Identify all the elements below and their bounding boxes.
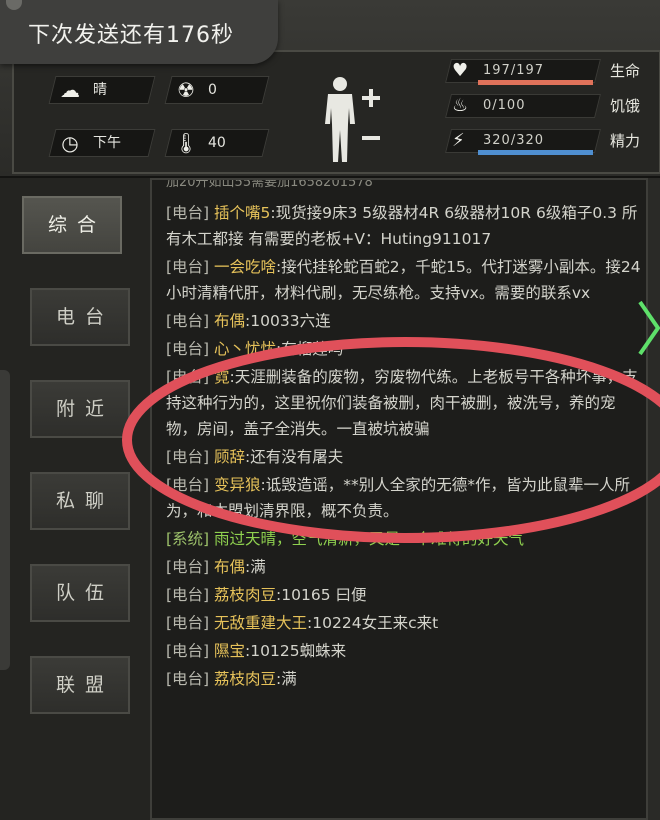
energy-value: 320/320 xyxy=(483,133,545,148)
heart-pulse-icon: ♥ xyxy=(452,60,469,81)
tab-team[interactable]: 队伍 xyxy=(30,564,130,622)
message-channel: [电台] xyxy=(166,586,215,604)
temperature-value: 40 xyxy=(208,135,226,151)
chat-message: [电台] 一会吃啥:接代挂轮蛇百蛇2，千蛇15。代打迷雾小副本。接24小时清精代… xyxy=(166,254,642,306)
message-channel: [系统] xyxy=(166,530,215,548)
message-channel: [电台] xyxy=(166,340,215,358)
message-sender[interactable]: 布偶 xyxy=(214,558,245,576)
time-label: 下午 xyxy=(93,135,121,151)
message-channel: [电台] xyxy=(166,670,215,688)
message-channel: [电台] xyxy=(166,448,215,466)
message-text: :满 xyxy=(276,670,297,688)
clock-icon: ◷ xyxy=(61,131,79,155)
message-channel: [电台] xyxy=(166,614,215,632)
message-sender[interactable]: 荔枝肉豆 xyxy=(214,670,276,688)
message-text: :满 xyxy=(245,558,266,576)
message-sender[interactable]: 插个嘴5 xyxy=(214,204,270,222)
health-value: 197/197 xyxy=(483,63,545,78)
chat-message: [电台] 变异狼:诋毁造谣，**别人全家的无德*作，皆为此鼠辈一人所为，和本盟划… xyxy=(166,472,642,524)
weather-label: 晴 xyxy=(93,82,107,98)
hunger-label: 饥饿 xyxy=(610,97,641,115)
tab-nearby[interactable]: 附近 xyxy=(30,380,130,438)
cloud-icon: ☁ xyxy=(60,78,80,102)
message-sender[interactable]: 一会吃啥 xyxy=(214,258,276,276)
thermometer-icon: 🌡 xyxy=(173,131,199,155)
chat-message: [电台] 插个嘴5:现货接9床3 5级器材4R 6级器材10R 6级箱子0.3 … xyxy=(166,200,642,252)
toast-text: 下次发送还有176秒 xyxy=(28,23,234,48)
message-channel: [电台] xyxy=(166,312,215,330)
message-text: :还有没有屠夫 xyxy=(245,448,344,466)
chat-message: [电台] 隰宝:10125蜘蛛来 xyxy=(166,638,642,664)
chat-log[interactable]: 加20升如山55需要加1658201578 [电台] 插个嘴5:现货接9床3 5… xyxy=(150,178,648,820)
chat-message: [电台] 霓:天涯删装备的废物，穷废物代练。上老板号干各种坏事，支持这种行为的，… xyxy=(166,364,642,442)
chat-message: [电台] 布偶:10033六连 xyxy=(166,308,642,334)
radiation-value: 0 xyxy=(208,82,217,98)
message-channel: [电台] xyxy=(166,204,215,222)
chat-message: [电台] 布偶:满 xyxy=(166,554,642,580)
message-channel: [电台] xyxy=(166,368,215,386)
energy-bar-fill xyxy=(478,150,593,155)
tab-radio[interactable]: 电台 xyxy=(30,288,130,346)
edge-handle xyxy=(0,370,10,670)
message-sender[interactable]: 荔枝肉豆 xyxy=(214,586,276,604)
message-text: 雨过天晴，空气清新，又是一个难得的好天气 xyxy=(214,530,525,548)
chat-message: [电台] 荔枝肉豆:10165 曰便 xyxy=(166,582,642,608)
chat-message: [电台] 顾辞:还有没有屠夫 xyxy=(166,444,642,470)
radiation-icon: ☢ xyxy=(177,78,195,102)
message-sender[interactable]: 隰宝 xyxy=(214,642,245,660)
message-text: :10224女王来c来t xyxy=(307,614,439,632)
message-sender[interactable]: 布偶 xyxy=(214,312,245,330)
body-status-icon[interactable] xyxy=(318,74,388,166)
energy-icon: ⚡ xyxy=(452,130,465,151)
message-text: :有榴莲吗 xyxy=(276,340,344,358)
clipped-message: 加20升如山55需要加1658201578 xyxy=(166,178,373,190)
system-message: [系统] 雨过天晴，空气清新，又是一个难得的好天气 xyxy=(166,526,642,552)
stomach-icon: ♨ xyxy=(452,95,469,116)
tab-private[interactable]: 私聊 xyxy=(30,472,130,530)
tab-alliance[interactable]: 联盟 xyxy=(30,656,130,714)
chat-message: [电台] 荔枝肉豆:满 xyxy=(166,666,642,692)
message-text: :天涯删装备的废物，穷废物代练。上老板号干各种坏事，支持这种行为的，这里祝你们装… xyxy=(166,368,638,438)
message-channel: [电台] xyxy=(166,258,215,276)
message-channel: [电台] xyxy=(166,558,215,576)
hunger-value: 0/100 xyxy=(483,98,526,113)
message-sender[interactable]: 变异狼 xyxy=(214,476,261,494)
chat-message: [电台] 无敌重建大王:10224女王来c来t xyxy=(166,610,642,636)
channel-sidebar: 综合 电台 附近 私聊 队伍 联盟 xyxy=(0,178,150,820)
message-sender[interactable]: 无敌重建大王 xyxy=(214,614,307,632)
health-label: 生命 xyxy=(610,62,641,80)
message-sender[interactable]: 霓 xyxy=(214,368,230,386)
chat-message: [电台] 心丶忧忧:有榴莲吗 xyxy=(166,336,642,362)
message-text: :10165 曰便 xyxy=(276,586,367,604)
message-text: :10033六连 xyxy=(245,312,331,330)
scroll-edge xyxy=(648,178,660,820)
chat-message-list: 加20升如山55需要加1658201578 [电台] 插个嘴5:现货接9床3 5… xyxy=(166,180,642,694)
message-channel: [电台] xyxy=(166,642,215,660)
message-channel: [电台] xyxy=(166,476,215,494)
message-sender[interactable]: 心丶忧忧 xyxy=(214,340,276,358)
message-text: :10125蜘蛛来 xyxy=(245,642,347,660)
expand-arrow-icon[interactable] xyxy=(636,298,660,358)
energy-label: 精力 xyxy=(610,132,641,150)
send-cooldown-toast: 下次发送还有176秒 xyxy=(0,0,278,64)
toast-indicator xyxy=(6,0,22,10)
message-sender[interactable]: 顾辞 xyxy=(214,448,245,466)
health-bar-fill xyxy=(478,80,593,85)
tab-general[interactable]: 综合 xyxy=(22,196,122,254)
